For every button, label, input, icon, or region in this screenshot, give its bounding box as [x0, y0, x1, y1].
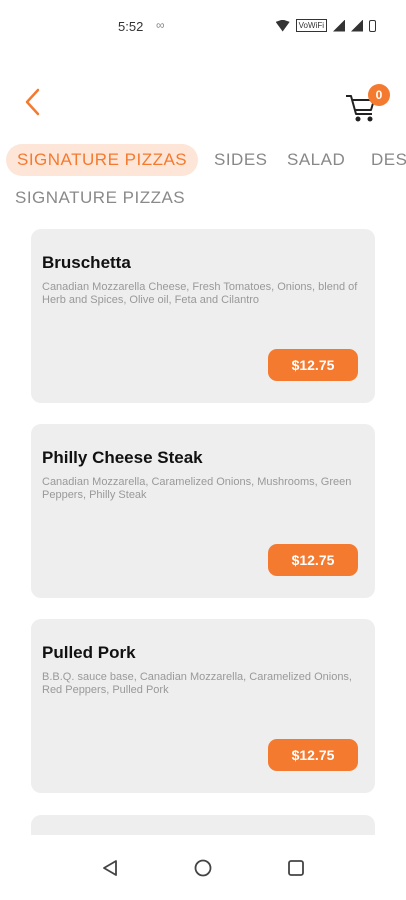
tab-sides[interactable]: SIDES [214, 144, 268, 176]
status-icons: VoWiFi [276, 19, 376, 32]
menu-item-card[interactable]: Bruschetta Canadian Mozzarella Cheese, F… [31, 229, 375, 403]
system-nav-bar [0, 836, 406, 900]
triangle-back-icon[interactable] [100, 858, 120, 878]
cart-count-badge: 0 [368, 84, 390, 106]
battery-icon [369, 19, 376, 32]
price-button[interactable]: $12.75 [268, 349, 358, 381]
item-description: Canadian Mozzarella, Caramelized Onions,… [42, 476, 352, 501]
item-description: Canadian Mozzarella Cheese, Fresh Tomato… [42, 281, 358, 306]
menu-item-card[interactable]: Philly Cheese Steak Canadian Mozzarella,… [31, 424, 375, 598]
menu-item-card-partial[interactable] [31, 815, 375, 835]
item-name: Philly Cheese Steak [42, 448, 203, 467]
infinity-icon: ∞ [156, 18, 165, 32]
circle-home-icon[interactable] [193, 858, 213, 878]
vowifi-icon: VoWiFi [295, 19, 327, 32]
item-name: Pulled Pork [42, 643, 136, 662]
item-description: B.B.Q. sauce base, Canadian Mozzarella, … [42, 671, 352, 696]
price-button[interactable]: $12.75 [268, 544, 358, 576]
tab-signature-pizzas[interactable]: SIGNATURE PIZZAS [6, 144, 199, 176]
tab-salad[interactable]: SALAD [287, 144, 345, 176]
header: 0 [0, 70, 406, 130]
tab-desserts[interactable]: DESSERTS [371, 144, 406, 176]
status-time: 5:52 [118, 19, 144, 34]
back-chevron-icon [25, 88, 40, 116]
category-tabs: SIGNATURE PIZZAS SIDES SALAD DESSERTS [0, 140, 406, 180]
status-bar: 5:52 ∞ VoWiFi [0, 0, 406, 56]
wifi-icon [276, 20, 290, 32]
signal-icon-2 [351, 19, 363, 32]
square-recents-icon[interactable] [286, 858, 306, 878]
item-name: Bruschetta [42, 253, 131, 272]
menu-item-card[interactable]: Pulled Pork B.B.Q. sauce base, Canadian … [31, 619, 375, 793]
cart-button[interactable]: 0 [344, 84, 394, 124]
section-title: SIGNATURE PIZZAS [15, 188, 186, 207]
back-button[interactable] [18, 84, 50, 120]
price-button[interactable]: $12.75 [268, 739, 358, 771]
signal-icon [333, 19, 345, 32]
